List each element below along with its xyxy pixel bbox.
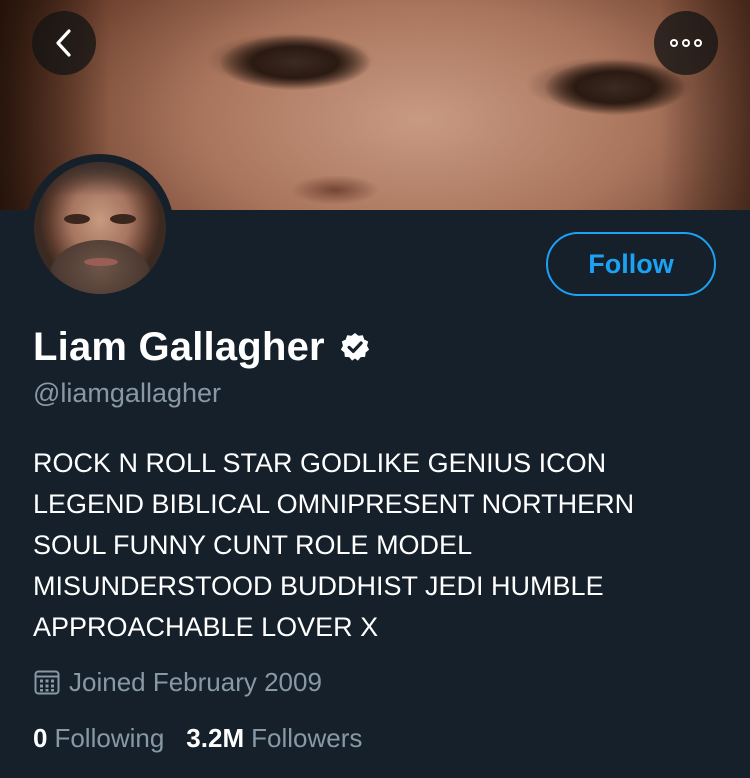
- calendar-icon: [34, 670, 60, 695]
- following-label: Following: [54, 722, 165, 753]
- followers-link[interactable]: 3.2M Followers: [186, 723, 362, 754]
- more-options-icon: [670, 39, 702, 47]
- followers-label: Followers: [251, 722, 363, 753]
- following-link[interactable]: 0 Following: [33, 723, 164, 754]
- profile-stats: 0 Following 3.2M Followers: [33, 720, 362, 756]
- more-options-button[interactable]: [654, 11, 718, 75]
- bio-line: ROCK N ROLL STAR GODLIKE GENIUS ICON: [33, 448, 607, 478]
- follow-button[interactable]: Follow: [546, 232, 716, 296]
- banner-eye-right: [545, 60, 685, 115]
- verified-badge-icon: [340, 333, 369, 361]
- banner-eye-left: [220, 35, 370, 90]
- followers-count: 3.2M: [186, 722, 245, 753]
- following-count: 0: [33, 722, 48, 753]
- display-name: Liam Gallagher: [33, 324, 325, 369]
- bio-line: SOUL FUNNY CUNT ROLE MODEL: [33, 530, 473, 560]
- bio-line: LEGEND BIBLICAL OMNIPRESENT NORTHERN: [33, 489, 635, 519]
- avatar[interactable]: [26, 154, 174, 302]
- avatar-photo: [34, 162, 166, 294]
- bio-line: APPROACHABLE LOVER X: [33, 612, 379, 642]
- banner-shading: [290, 175, 380, 205]
- joined-date-row: Joined February 2009: [33, 664, 322, 700]
- chevron-left-icon: [56, 29, 71, 57]
- joined-date: Joined February 2009: [69, 666, 322, 697]
- back-button[interactable]: [32, 11, 96, 75]
- bio-line: MISUNDERSTOOD BUDDHIST JEDI HUMBLE: [33, 571, 604, 601]
- profile-name-row: Liam Gallagher: [33, 322, 371, 372]
- profile-handle: @liamgallagher: [33, 378, 221, 408]
- profile-bio: ROCK N ROLL STAR GODLIKE GENIUS ICON LEG…: [33, 443, 723, 648]
